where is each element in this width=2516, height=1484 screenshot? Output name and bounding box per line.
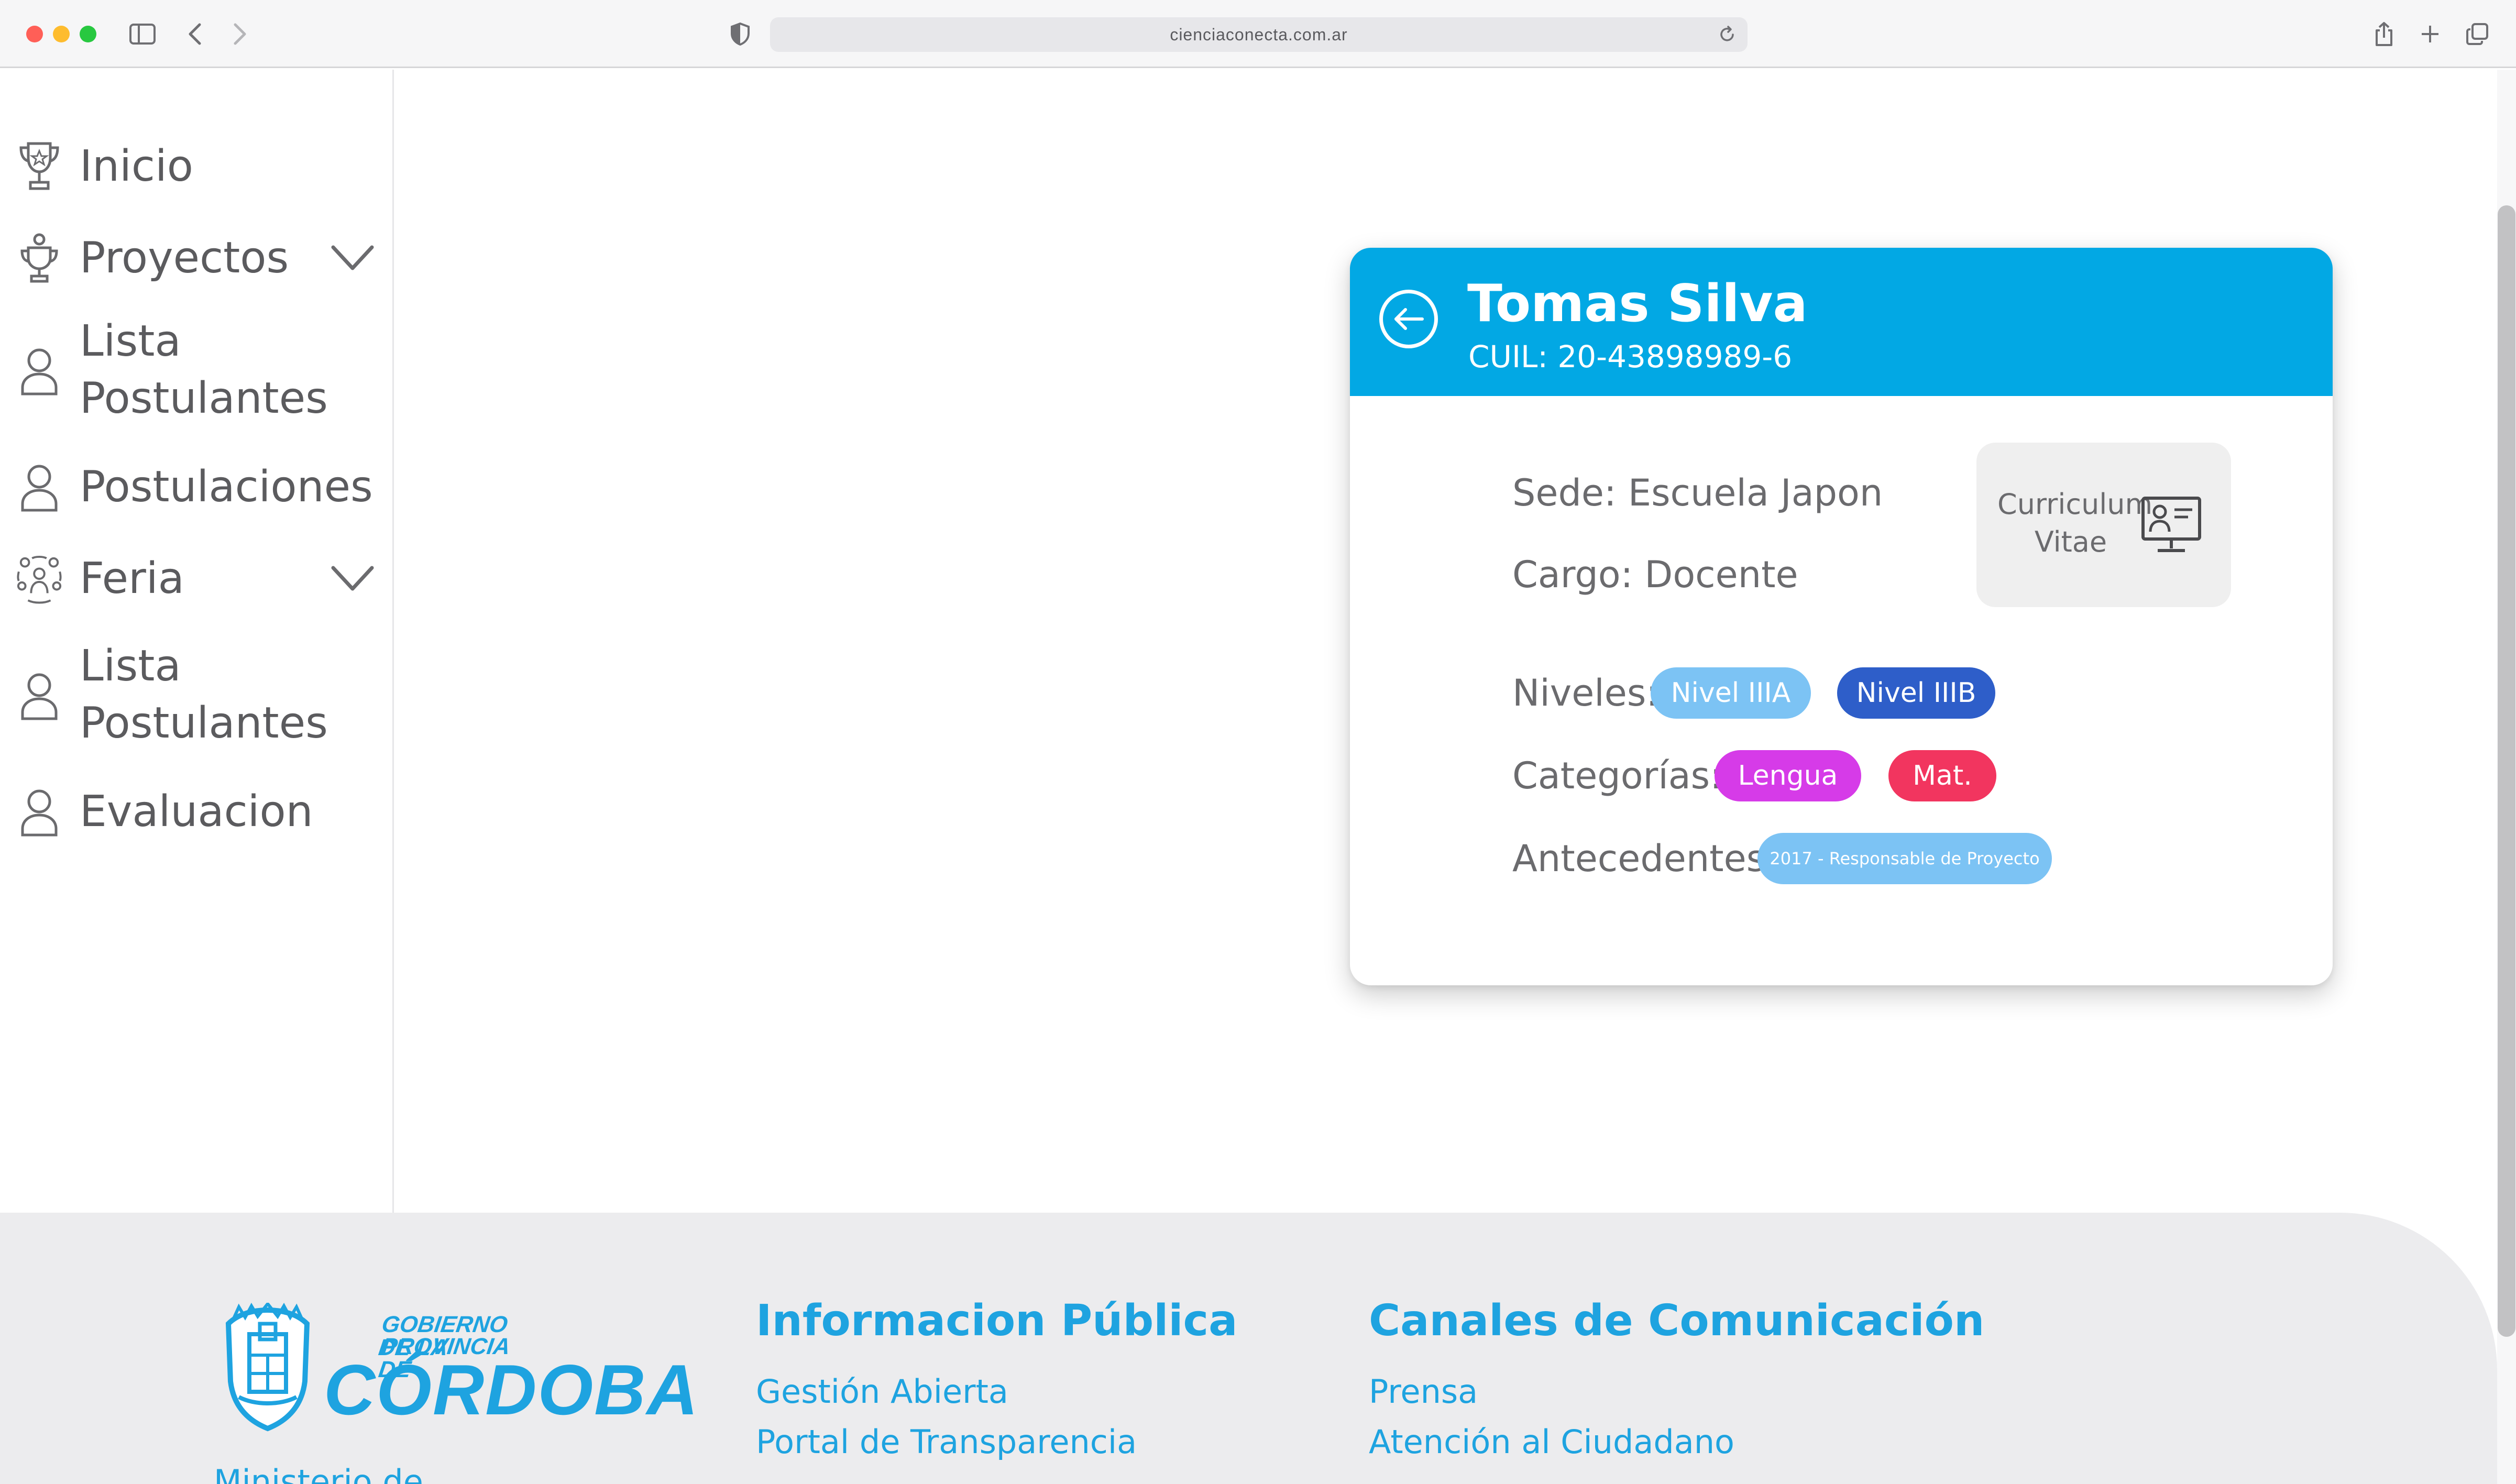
share-icon[interactable] [2371,17,2397,51]
zoom-window-button[interactable] [80,26,96,42]
nivel-pill: Nivel IIIB [1837,667,1995,719]
cargo-field: Cargo: Docente [1512,553,1798,596]
card-header: Tomas Silva CUIL: 20-43898989-6 [1350,248,2333,396]
sidebar-item-label: Inicio [80,141,193,191]
group-icon [16,550,63,608]
portal-transparencia-link[interactable]: Portal de Transparencia [756,1419,1137,1465]
postulante-name: Tomas Silva [1467,274,1808,334]
minimize-window-button[interactable] [53,26,70,42]
close-window-button[interactable] [26,26,43,42]
sidebar-item-label-line2: Postulantes [80,698,328,748]
forward-nav-icon[interactable] [229,17,250,51]
url-text: cienciaconecta.com.ar [1170,25,1348,44]
cv-label-line2: Vitae [2034,525,2107,558]
sidebar-item-label-line1: Lista [80,641,181,691]
tab-overview-icon[interactable] [2464,17,2490,51]
user-icon [16,667,63,724]
informacion-publica-title: Informacion Pública [756,1296,1238,1346]
sede-field: Sede: Escuela Japon [1512,471,1883,514]
browser-window: cienciaconecta.com.ar Inicio Proyectos L… [0,0,2516,1484]
address-bar[interactable]: cienciaconecta.com.ar [770,17,1748,52]
cv-label: Curriculum Vitae [1997,486,2153,561]
sidebar-item-proyectos[interactable]: Proyectos [0,224,394,292]
sidebar-item-label-line2: Postulantes [80,373,328,423]
page-scrollbar-thumb[interactable] [2498,205,2515,1337]
sidebar-toggle-icon[interactable] [127,17,158,51]
postulante-card: Tomas Silva CUIL: 20-43898989-6 Sede: Es… [1350,248,2333,985]
sidebar-item-label: Postulaciones [80,462,373,512]
nivel-pill: Nivel IIIA [1651,667,1811,719]
back-button[interactable] [1379,290,1438,348]
cv-label-line1: Curriculum [1997,488,2153,521]
shield-icon[interactable] [727,17,753,51]
browser-toolbar: cienciaconecta.com.ar [0,0,2516,68]
sidebar-item-label: Evaluacion [80,787,313,837]
categorias-label: Categorías: [1512,754,1722,797]
reload-icon[interactable] [1717,25,1737,49]
new-tab-icon[interactable] [2417,17,2443,51]
sidebar-item-label: Feria [80,554,184,603]
antecedente-pill: 2017 - Responsable de Proyecto [1757,833,2052,884]
arrow-left-icon [1394,308,1424,330]
sidebar-item-feria[interactable]: Feria [0,545,394,613]
categoria-pill: Lengua [1715,750,1861,801]
page-footer: GOBIERNO DE LA PROVINCIA DE CÓRDOBA Mini… [0,1213,2497,1484]
monitor-user-icon [2141,497,2201,552]
categoria-pill: Mat. [1888,750,1996,801]
gestion-abierta-link[interactable]: Gestión Abierta [756,1369,1008,1415]
sidebar-item-evaluacion[interactable]: Evaluacion [0,778,394,846]
ministerio-text: Ministerio de [214,1463,423,1484]
main-content: Tomas Silva CUIL: 20-43898989-6 Sede: Es… [395,70,2497,1213]
trophy-outline-icon [16,229,63,287]
curriculum-vitae-button[interactable]: Curriculum Vitae [1976,443,2231,607]
canales-comunicacion-title: Canales de Comunicación [1369,1296,1985,1346]
prensa-link[interactable]: Prensa [1369,1369,1478,1415]
user-icon [16,783,63,841]
sidebar-nav: Inicio Proyectos Lista Postulantes Postu… [0,70,394,1213]
antecedentes-label: Antecedentes: [1512,837,1778,880]
sidebar-item-feria-lista-postulantes[interactable]: Lista Postulantes [0,635,394,756]
sidebar-item-label-line1: Lista [80,316,181,366]
chevron-down-icon[interactable] [329,560,376,597]
sidebar-item-postulaciones[interactable]: Postulaciones [0,453,394,521]
gobierno-cordoba-logo: GOBIERNO DE LA PROVINCIA DE CÓRDOBA [214,1303,698,1449]
user-icon [16,458,63,516]
sidebar-item-lista-postulantes[interactable]: Lista Postulantes [0,311,394,431]
sidebar-item-inicio[interactable]: Inicio [0,133,394,201]
postulante-cuil: CUIL: 20-43898989-6 [1468,339,1793,375]
trophy-icon [16,138,63,195]
niveles-label: Niveles: [1512,672,1658,714]
logo-main: CÓRDOBA [324,1350,699,1430]
cordoba-crest-icon [225,1303,310,1432]
back-nav-icon[interactable] [184,17,205,51]
user-icon [16,342,63,400]
sidebar-item-label: Proyectos [80,233,289,283]
atencion-ciudadano-link[interactable]: Atención al Ciudadano [1369,1419,1734,1465]
chevron-down-icon[interactable] [329,240,376,277]
